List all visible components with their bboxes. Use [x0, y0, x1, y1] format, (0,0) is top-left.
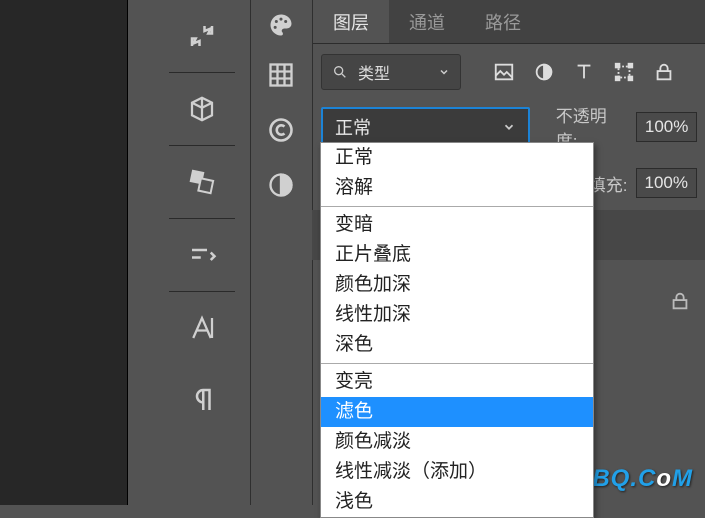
- vertical-toolbar-2: [250, 0, 310, 505]
- blend-option[interactable]: 变暗: [321, 210, 593, 240]
- brush-tool[interactable]: [167, 219, 237, 291]
- paragraph-icon: [187, 385, 217, 415]
- palette-icon: [267, 11, 295, 39]
- cc-icon: [267, 116, 295, 144]
- panel-tabs: 图层 通道 路径: [313, 0, 705, 44]
- blend-option[interactable]: 颜色减淡: [321, 427, 593, 457]
- tab-paths[interactable]: 路径: [465, 0, 541, 43]
- text-a-icon: [187, 313, 217, 343]
- fill-value[interactable]: 100%: [636, 168, 697, 198]
- blend-mode-dropdown[interactable]: 正常: [321, 107, 530, 147]
- blend-option[interactable]: 溶解: [321, 173, 593, 203]
- text-tool-a[interactable]: [167, 292, 237, 364]
- blend-option[interactable]: 颜色加深: [321, 270, 593, 300]
- fill-shapes-tool[interactable]: [167, 146, 237, 218]
- filter-label: 类型: [358, 60, 390, 84]
- search-icon: [332, 64, 348, 80]
- circle-half-icon[interactable]: [533, 61, 555, 83]
- type-t-icon[interactable]: [573, 61, 595, 83]
- fill-label: 填充:: [589, 171, 628, 196]
- menu-separator: [321, 206, 593, 207]
- lock-icon: [669, 290, 691, 312]
- cc-libraries[interactable]: [251, 100, 310, 160]
- adjustments-tool[interactable]: [251, 160, 310, 210]
- history-icon: [187, 21, 217, 51]
- fill-shapes-icon: [187, 167, 217, 197]
- tab-layers[interactable]: 图层: [313, 0, 389, 43]
- cube-icon: [187, 94, 217, 124]
- lock-filter-icon[interactable]: [653, 61, 675, 83]
- paragraph-tool[interactable]: [167, 364, 237, 436]
- menu-separator: [321, 363, 593, 364]
- blend-option[interactable]: 正常: [321, 143, 593, 173]
- chevron-down-icon: [502, 120, 516, 134]
- cube-tool[interactable]: [167, 73, 237, 145]
- tab-channels[interactable]: 通道: [389, 0, 465, 43]
- blend-option[interactable]: 线性减淡（添加）: [321, 457, 593, 487]
- grid-icon: [267, 61, 295, 89]
- contrast-icon: [267, 171, 295, 199]
- grid-tool[interactable]: [251, 50, 310, 100]
- filter-icon-row: [493, 61, 675, 83]
- blend-option-selected[interactable]: 滤色: [321, 397, 593, 427]
- blend-option[interactable]: 正片叠底: [321, 240, 593, 270]
- blend-option[interactable]: 线性加深: [321, 300, 593, 330]
- layer-lock[interactable]: [669, 290, 691, 317]
- blend-option[interactable]: 深色: [321, 330, 593, 360]
- history-tool[interactable]: [167, 0, 237, 72]
- blend-option[interactable]: 浅色: [321, 487, 593, 517]
- palette-tool[interactable]: [251, 0, 310, 50]
- opacity-value[interactable]: 100%: [636, 112, 697, 142]
- transform-icon[interactable]: [613, 61, 635, 83]
- blend-mode-menu: 正常 溶解 变暗 正片叠底 颜色加深 线性加深 深色 变亮 滤色 颜色减淡 线性…: [320, 142, 594, 518]
- chevron-down-icon: [438, 66, 450, 78]
- brush-icon: [187, 240, 217, 270]
- canvas-area: [0, 0, 128, 505]
- layer-filter-dropdown[interactable]: 类型: [321, 54, 461, 90]
- blend-selected-value: 正常: [335, 114, 371, 140]
- vertical-toolbar-1: [167, 0, 237, 505]
- blend-option[interactable]: 变亮: [321, 367, 593, 397]
- image-icon[interactable]: [493, 61, 515, 83]
